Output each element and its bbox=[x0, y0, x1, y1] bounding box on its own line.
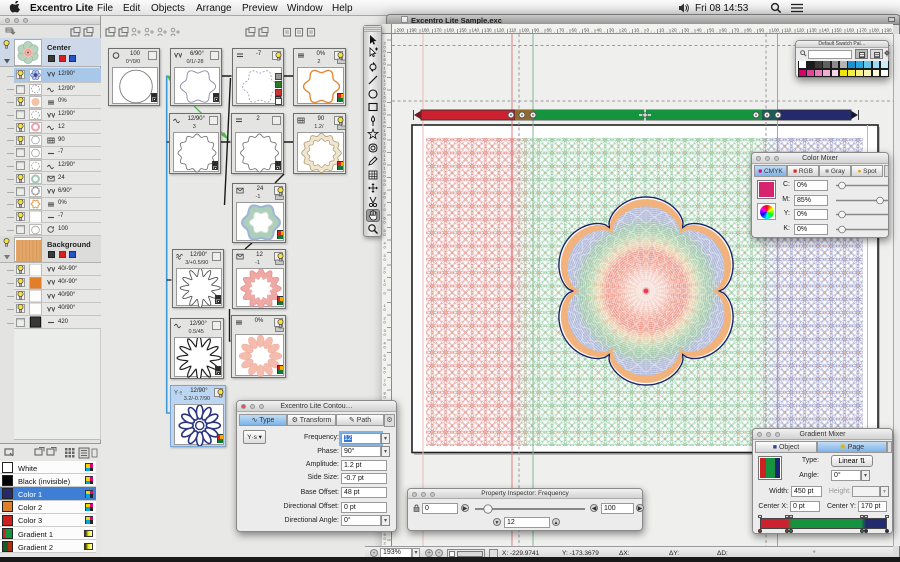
svg-text:100: 100 bbox=[772, 28, 780, 33]
svg-text:140: 140 bbox=[472, 28, 480, 33]
svg-text:130: 130 bbox=[484, 28, 492, 33]
svg-text:160: 160 bbox=[847, 28, 855, 33]
svg-text:120: 120 bbox=[797, 28, 805, 33]
svg-text:190: 190 bbox=[884, 28, 892, 33]
svg-text:150: 150 bbox=[459, 28, 467, 33]
svg-text:130: 130 bbox=[809, 28, 817, 33]
svg-text:170: 170 bbox=[859, 28, 867, 33]
svg-text:170: 170 bbox=[434, 28, 442, 33]
svg-text:190: 190 bbox=[409, 28, 417, 33]
svg-text:180: 180 bbox=[422, 28, 430, 33]
svg-text:180: 180 bbox=[872, 28, 880, 33]
svg-text:160: 160 bbox=[447, 28, 455, 33]
svg-text:140: 140 bbox=[822, 28, 830, 33]
svg-text:100: 100 bbox=[522, 28, 530, 33]
svg-text:120: 120 bbox=[497, 28, 505, 33]
svg-text:110: 110 bbox=[784, 28, 792, 33]
svg-text:200: 200 bbox=[397, 28, 405, 33]
svg-text:150: 150 bbox=[834, 28, 842, 33]
svg-text:110: 110 bbox=[509, 28, 517, 33]
